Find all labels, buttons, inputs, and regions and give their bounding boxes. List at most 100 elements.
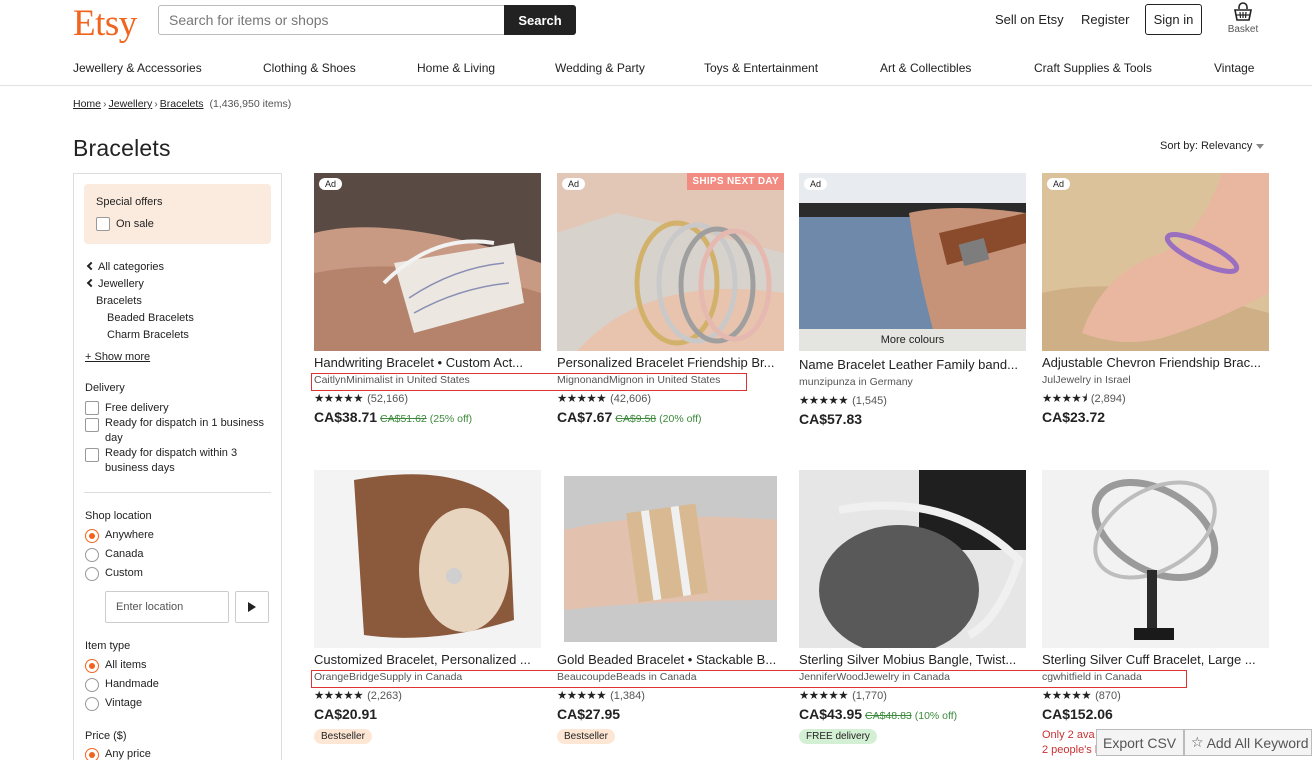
product-image[interactable] — [1042, 470, 1269, 648]
nav-clothing[interactable]: Clothing & Shoes — [263, 61, 356, 75]
dispatch-3-days-checkbox[interactable] — [85, 448, 99, 462]
shop-name[interactable]: JulJewelry in Israel — [1042, 374, 1269, 389]
sort-value: Relevancy — [1200, 140, 1253, 152]
on-sale-checkbox[interactable] — [96, 217, 110, 231]
sell-on-etsy-link[interactable]: Sell on Etsy — [995, 12, 1064, 27]
product-title[interactable]: Sterling Silver Mobius Bangle, Twist... — [799, 652, 1026, 669]
show-more-link[interactable]: + Show more — [85, 351, 150, 363]
register-link[interactable]: Register — [1081, 12, 1129, 27]
product-card[interactable]: Ad Adjustable Chevron Friendship Brac...… — [1042, 173, 1269, 427]
search-bar: Search — [158, 5, 576, 35]
review-count: (1,545) — [852, 395, 887, 407]
original-price: CA$9.58 — [615, 413, 657, 425]
star-icon: ☆ — [1191, 734, 1204, 750]
product-title[interactable]: Handwriting Bracelet • Custom Act... — [314, 355, 541, 372]
add-keywords-button[interactable]: ☆ Add All Keyword — [1184, 729, 1312, 756]
rating-stars: ★★★★★ (2,263) — [314, 690, 402, 702]
highlight-box — [311, 373, 747, 391]
breadcrumb: Home › Jewellery › Bracelets (1,436,950 item… — [73, 98, 292, 110]
breadcrumb-bracelets[interactable]: Bracelets — [160, 98, 204, 110]
custom-location-radio[interactable] — [85, 567, 99, 581]
nav-craft[interactable]: Craft Supplies & Tools — [1034, 61, 1152, 75]
sort-dropdown[interactable]: Sort by: Relevancy — [1160, 140, 1265, 152]
price: CA$7.67 CA$9.58 (20% off) — [557, 409, 702, 425]
special-offers-panel: Special offers On sale — [84, 184, 271, 244]
dispatch-3-days-label: Ready for dispatch within 3 business day… — [105, 447, 238, 474]
shop-name[interactable]: munzipunza in Germany — [799, 376, 1026, 391]
price: CA$57.83 — [799, 411, 863, 427]
beaded-bracelets-link[interactable]: Beaded Bracelets — [107, 312, 194, 324]
nav-toys[interactable]: Toys & Entertainment — [704, 61, 818, 75]
vintage-radio[interactable] — [85, 697, 99, 711]
all-categories-link[interactable]: All categories — [86, 261, 164, 273]
product-image[interactable] — [557, 470, 784, 648]
original-price: CA$51.62 — [380, 413, 427, 425]
search-input[interactable] — [158, 5, 505, 35]
location-submit-button[interactable] — [235, 591, 269, 623]
product-card[interactable]: Gold Beaded Bracelet • Stackable B... Be… — [557, 470, 784, 744]
product-title[interactable]: Gold Beaded Bracelet • Stackable B... — [557, 652, 784, 669]
product-image[interactable]: Ad More colours — [799, 173, 1026, 351]
any-price-radio[interactable] — [85, 748, 99, 760]
canada-radio[interactable] — [85, 548, 99, 562]
original-price: CA$48.83 — [865, 710, 912, 722]
bestseller-badge: Bestseller — [557, 729, 615, 744]
rating-stars: ★★★★⯨ (2,894) — [1042, 393, 1126, 405]
product-card[interactable]: Sterling Silver Cuff Bracelet, Large ...… — [1042, 470, 1269, 758]
nav-divider — [0, 85, 1312, 86]
anywhere-radio[interactable] — [85, 529, 99, 543]
export-csv-button[interactable]: Export CSV — [1096, 729, 1184, 756]
breadcrumb-home[interactable]: Home — [73, 98, 101, 110]
nav-jewellery[interactable]: Jewellery & Accessories — [73, 61, 202, 75]
charm-bracelets-link[interactable]: Charm Bracelets — [107, 329, 189, 341]
ships-next-day-badge: SHIPS NEXT DAY — [687, 173, 784, 190]
free-delivery-label: Free delivery — [105, 402, 169, 414]
discount: (10% off) — [914, 710, 958, 722]
product-image[interactable] — [799, 470, 1026, 648]
sign-in-button[interactable]: Sign in — [1145, 4, 1202, 35]
product-card[interactable]: Sterling Silver Mobius Bangle, Twist... … — [799, 470, 1026, 744]
product-image[interactable]: Ad SHIPS NEXT DAY — [557, 173, 784, 351]
nav-home-living[interactable]: Home & Living — [417, 61, 495, 75]
price: CA$43.95 CA$48.83 (10% off) — [799, 706, 958, 722]
product-image[interactable]: Ad — [314, 173, 541, 351]
handmade-label: Handmade — [105, 678, 159, 690]
product-card[interactable]: Customized Bracelet, Personalized ... Or… — [314, 470, 541, 744]
etsy-logo[interactable]: Etsy — [73, 2, 137, 45]
free-delivery-badge: FREE delivery — [799, 729, 877, 744]
nav-art[interactable]: Art & Collectibles — [880, 61, 971, 75]
shop-location-heading: Shop location — [85, 510, 152, 522]
ad-badge: Ad — [804, 178, 828, 190]
product-image[interactable] — [314, 470, 541, 648]
product-image[interactable]: Ad — [1042, 173, 1269, 351]
product-card[interactable]: Ad More colours Name Bracelet Leather Fa… — [799, 173, 1026, 429]
product-title[interactable]: Personalized Bracelet Friendship Br... — [557, 355, 784, 372]
dispatch-1-day-checkbox[interactable] — [85, 418, 99, 432]
product-title[interactable]: Sterling Silver Cuff Bracelet, Large ... — [1042, 652, 1269, 669]
product-title[interactable]: Name Bracelet Leather Family band... — [799, 357, 1026, 374]
vintage-label: Vintage — [105, 697, 143, 709]
price: CA$38.71 CA$51.62 (25% off) — [314, 409, 473, 425]
product-title[interactable]: Adjustable Chevron Friendship Brac... — [1042, 355, 1269, 372]
basket-button[interactable]: Basket — [1226, 2, 1260, 42]
location-input[interactable] — [105, 591, 229, 623]
rating-stars: ★★★★★ (870) — [1042, 690, 1121, 702]
basket-icon — [1234, 2, 1252, 21]
breadcrumb-jewellery[interactable]: Jewellery — [109, 98, 153, 110]
rating-stars: ★★★★★ (1,545) — [799, 395, 887, 407]
all-items-radio[interactable] — [85, 659, 99, 673]
price: CA$23.72 — [1042, 409, 1106, 425]
price-heading: Price ($) — [85, 730, 127, 742]
price: CA$20.91 — [314, 706, 378, 722]
review-count: (2,263) — [367, 690, 402, 702]
free-delivery-checkbox[interactable] — [85, 401, 99, 415]
dispatch-1-day-label: Ready for dispatch in 1 business day — [105, 417, 264, 444]
handmade-radio[interactable] — [85, 678, 99, 692]
nav-wedding[interactable]: Wedding & Party — [555, 61, 645, 75]
nav-vintage[interactable]: Vintage — [1214, 61, 1254, 75]
jewellery-category-link[interactable]: Jewellery — [86, 278, 144, 290]
review-count: (42,606) — [610, 393, 652, 405]
search-button[interactable]: Search — [504, 5, 576, 35]
product-title[interactable]: Customized Bracelet, Personalized ... — [314, 652, 541, 669]
item-count: (1,436,950 items) — [209, 98, 292, 110]
